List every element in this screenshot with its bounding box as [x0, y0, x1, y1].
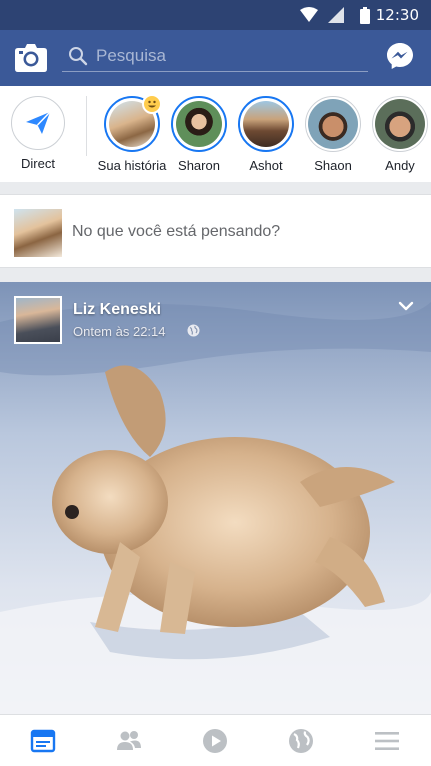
wifi-icon [300, 7, 318, 22]
emoji-badge-icon [142, 94, 162, 114]
story-your-story[interactable]: Sua história [97, 94, 167, 173]
story-sharon[interactable]: Sharon [164, 96, 234, 173]
avatar [243, 101, 289, 147]
story-label: Sua história [97, 158, 167, 173]
search-bar[interactable] [62, 42, 368, 72]
story-ashot[interactable]: Ashot [231, 96, 301, 173]
story-shaon[interactable]: Shaon [298, 96, 368, 173]
direct-button[interactable] [11, 96, 65, 150]
story-label: Sharon [178, 158, 220, 173]
avatar [176, 101, 222, 147]
camera-icon[interactable] [14, 42, 48, 74]
search-icon [69, 47, 88, 66]
story-label: Ashot [249, 158, 283, 173]
status-bar: 12:30 [0, 0, 431, 30]
globe-icon [187, 324, 200, 337]
story-label: Shaon [314, 158, 352, 173]
chevron-down-icon[interactable] [398, 300, 414, 312]
top-app-bar [0, 30, 431, 86]
bottom-navigation [0, 714, 431, 766]
search-input[interactable] [96, 44, 356, 68]
story-ring [171, 96, 227, 152]
avatar[interactable] [14, 296, 62, 344]
avatar [14, 209, 62, 257]
status-time: 12:30 [375, 6, 419, 24]
post-timestamp[interactable]: Ontem às 22:14 [73, 324, 166, 339]
battery-icon [360, 7, 370, 24]
avatar [375, 99, 425, 149]
news-feed-icon[interactable] [30, 728, 56, 754]
avatar [308, 99, 358, 149]
stories-tray: Direct Sua história Sharon Ashot Shaon A… [0, 86, 431, 182]
friends-icon[interactable] [116, 728, 142, 754]
story-ring [305, 96, 361, 152]
composer-prompt[interactable]: No que você está pensando? [72, 223, 280, 241]
signal-icon [328, 7, 344, 23]
feed-post: Liz Keneski Ontem às 22:14 [0, 282, 431, 714]
stories-divider [86, 96, 87, 156]
status-composer[interactable]: No que você está pensando? [0, 194, 431, 268]
post-author[interactable]: Liz Keneski [73, 301, 161, 319]
menu-icon[interactable] [374, 728, 400, 754]
globe-icon[interactable] [288, 728, 314, 754]
video-icon[interactable] [202, 728, 228, 754]
paper-plane-icon [26, 111, 51, 134]
story-label: Direct [21, 156, 55, 171]
story-ring [372, 96, 428, 152]
story-label: Andy [385, 158, 415, 173]
messenger-icon[interactable] [386, 42, 414, 70]
story-direct[interactable]: Direct [3, 96, 73, 171]
story-ring [238, 96, 294, 152]
post-photo[interactable] [0, 282, 431, 714]
story-andy[interactable]: Andy [365, 96, 431, 173]
